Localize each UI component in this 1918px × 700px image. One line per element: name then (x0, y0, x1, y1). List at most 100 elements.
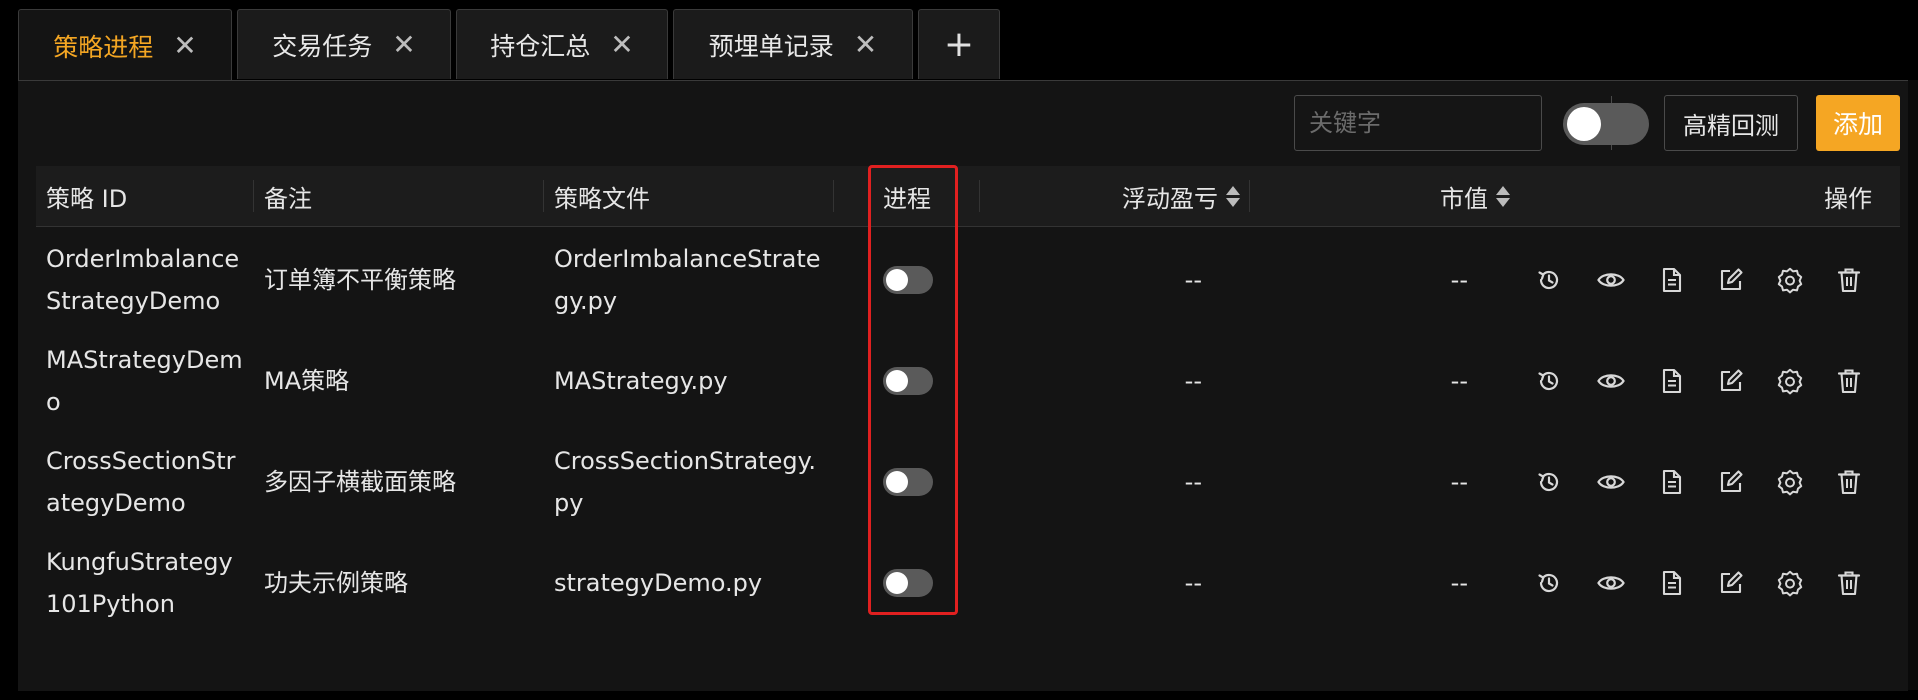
edit-button[interactable] (1716, 366, 1746, 396)
table-row: MAStrategyDemo MA策略 MAStrategy.py -- -- (36, 331, 1900, 431)
col-header-note: 备注 (254, 166, 544, 226)
file-icon (1659, 569, 1685, 597)
view-button[interactable] (1596, 467, 1626, 497)
close-icon[interactable]: ✕ (392, 30, 415, 59)
history-icon (1535, 569, 1563, 597)
scrollbar[interactable] (1908, 80, 1918, 690)
trash-icon (1836, 367, 1862, 395)
file-button[interactable] (1657, 467, 1687, 497)
col-label: 进程 (883, 184, 931, 213)
toggle-knob (886, 471, 908, 493)
toggle-knob (886, 370, 908, 392)
edit-button[interactable] (1716, 467, 1746, 497)
close-icon[interactable]: ✕ (610, 30, 633, 59)
tab-position-summary[interactable]: 持仓汇总 ✕ (456, 9, 668, 79)
strategy-id-cell: KungfuStrategy101Python (46, 548, 233, 618)
process-toggle[interactable] (883, 569, 933, 597)
col-label: 浮动盈亏 (1122, 184, 1218, 213)
trash-icon (1836, 266, 1862, 294)
trash-icon (1836, 468, 1862, 496)
market-value-cell: -- (1450, 266, 1468, 294)
file-cell: strategyDemo.py (554, 569, 763, 597)
history-button[interactable] (1534, 366, 1564, 396)
delete-button[interactable] (1834, 568, 1864, 598)
high-precision-toggle[interactable] (1563, 103, 1649, 145)
eye-icon (1596, 367, 1626, 395)
history-button[interactable] (1534, 265, 1564, 295)
market-value-cell: -- (1450, 569, 1468, 597)
history-icon (1535, 367, 1563, 395)
history-icon (1535, 468, 1563, 496)
process-toggle[interactable] (883, 367, 933, 395)
settings-button[interactable] (1775, 265, 1805, 295)
edit-button[interactable] (1716, 568, 1746, 598)
table-header: 策略 ID 备注 策略文件 进程 浮动盈亏 市值 操作 (36, 166, 1900, 227)
delete-button[interactable] (1834, 265, 1864, 295)
strategy-id-cell: MAStrategyDemo (46, 346, 243, 416)
settings-button[interactable] (1775, 467, 1805, 497)
toggle-knob (886, 269, 908, 291)
close-icon[interactable]: ✕ (854, 30, 877, 59)
note-cell: MA策略 (264, 367, 350, 395)
edit-button[interactable] (1716, 265, 1746, 295)
settings-icon (1776, 367, 1804, 395)
col-header-market-value[interactable]: 市值 (1250, 166, 1520, 226)
hp-backtest-button[interactable]: 高精回测 (1664, 95, 1798, 151)
history-button[interactable] (1534, 467, 1564, 497)
pnl-cell: -- (1184, 569, 1202, 597)
col-header-actions: 操作 (1520, 166, 1900, 226)
sort-icon[interactable] (1226, 185, 1240, 207)
tab-strategy-process[interactable]: 策略进程 ✕ (18, 9, 232, 81)
pnl-cell: -- (1184, 468, 1202, 496)
close-icon[interactable]: ✕ (173, 31, 196, 60)
col-header-file: 策略文件 (544, 166, 834, 226)
note-cell: 功夫示例策略 (264, 569, 408, 597)
tab-bar: 策略进程 ✕ 交易任务 ✕ 持仓汇总 ✕ 预埋单记录 ✕ + (0, 0, 1918, 81)
add-tab-button[interactable]: + (918, 9, 1000, 79)
file-button[interactable] (1657, 265, 1687, 295)
tab-trade-tasks[interactable]: 交易任务 ✕ (237, 9, 451, 79)
edit-icon (1717, 367, 1745, 395)
pnl-cell: -- (1184, 367, 1202, 395)
history-button[interactable] (1534, 568, 1564, 598)
delete-button[interactable] (1834, 467, 1864, 497)
file-icon (1659, 468, 1685, 496)
tab-label: 策略进程 (53, 32, 154, 62)
market-value-cell: -- (1450, 367, 1468, 395)
settings-icon (1776, 468, 1804, 496)
view-button[interactable] (1596, 265, 1626, 295)
note-cell: 多因子横截面策略 (264, 468, 456, 496)
file-button[interactable] (1657, 366, 1687, 396)
settings-icon (1776, 569, 1804, 597)
strategy-id-cell: CrossSectionStrategyDemo (46, 447, 236, 517)
file-icon (1659, 367, 1685, 395)
view-button[interactable] (1596, 568, 1626, 598)
col-header-process: 进程 (834, 166, 980, 226)
pnl-cell: -- (1184, 266, 1202, 294)
tab-label: 交易任务 (272, 31, 373, 61)
edit-icon (1717, 468, 1745, 496)
file-icon (1659, 266, 1685, 294)
note-cell: 订单簿不平衡策略 (264, 266, 456, 294)
process-toggle[interactable] (883, 468, 933, 496)
eye-icon (1596, 569, 1626, 597)
eye-icon (1596, 266, 1626, 294)
sort-icon[interactable] (1496, 185, 1510, 207)
settings-button[interactable] (1775, 366, 1805, 396)
table-row: OrderImbalanceStrategyDemo 订单簿不平衡策略 OrderI… (36, 230, 1900, 330)
toggle-knob (1567, 107, 1601, 141)
file-button[interactable] (1657, 568, 1687, 598)
view-button[interactable] (1596, 366, 1626, 396)
delete-button[interactable] (1834, 366, 1864, 396)
tab-preset-orders[interactable]: 预埋单记录 ✕ (673, 9, 913, 79)
process-toggle[interactable] (883, 266, 933, 294)
col-label: 市值 (1440, 184, 1488, 213)
tab-label: 预埋单记录 (708, 31, 834, 61)
add-button[interactable]: 添加 (1816, 95, 1900, 151)
file-cell: OrderImbalanceStrategy.py (554, 245, 821, 315)
file-cell: MAStrategy.py (554, 367, 728, 395)
col-header-pnl[interactable]: 浮动盈亏 (980, 166, 1250, 226)
search-box (1294, 95, 1639, 151)
settings-button[interactable] (1775, 568, 1805, 598)
tab-label: 持仓汇总 (490, 31, 591, 61)
